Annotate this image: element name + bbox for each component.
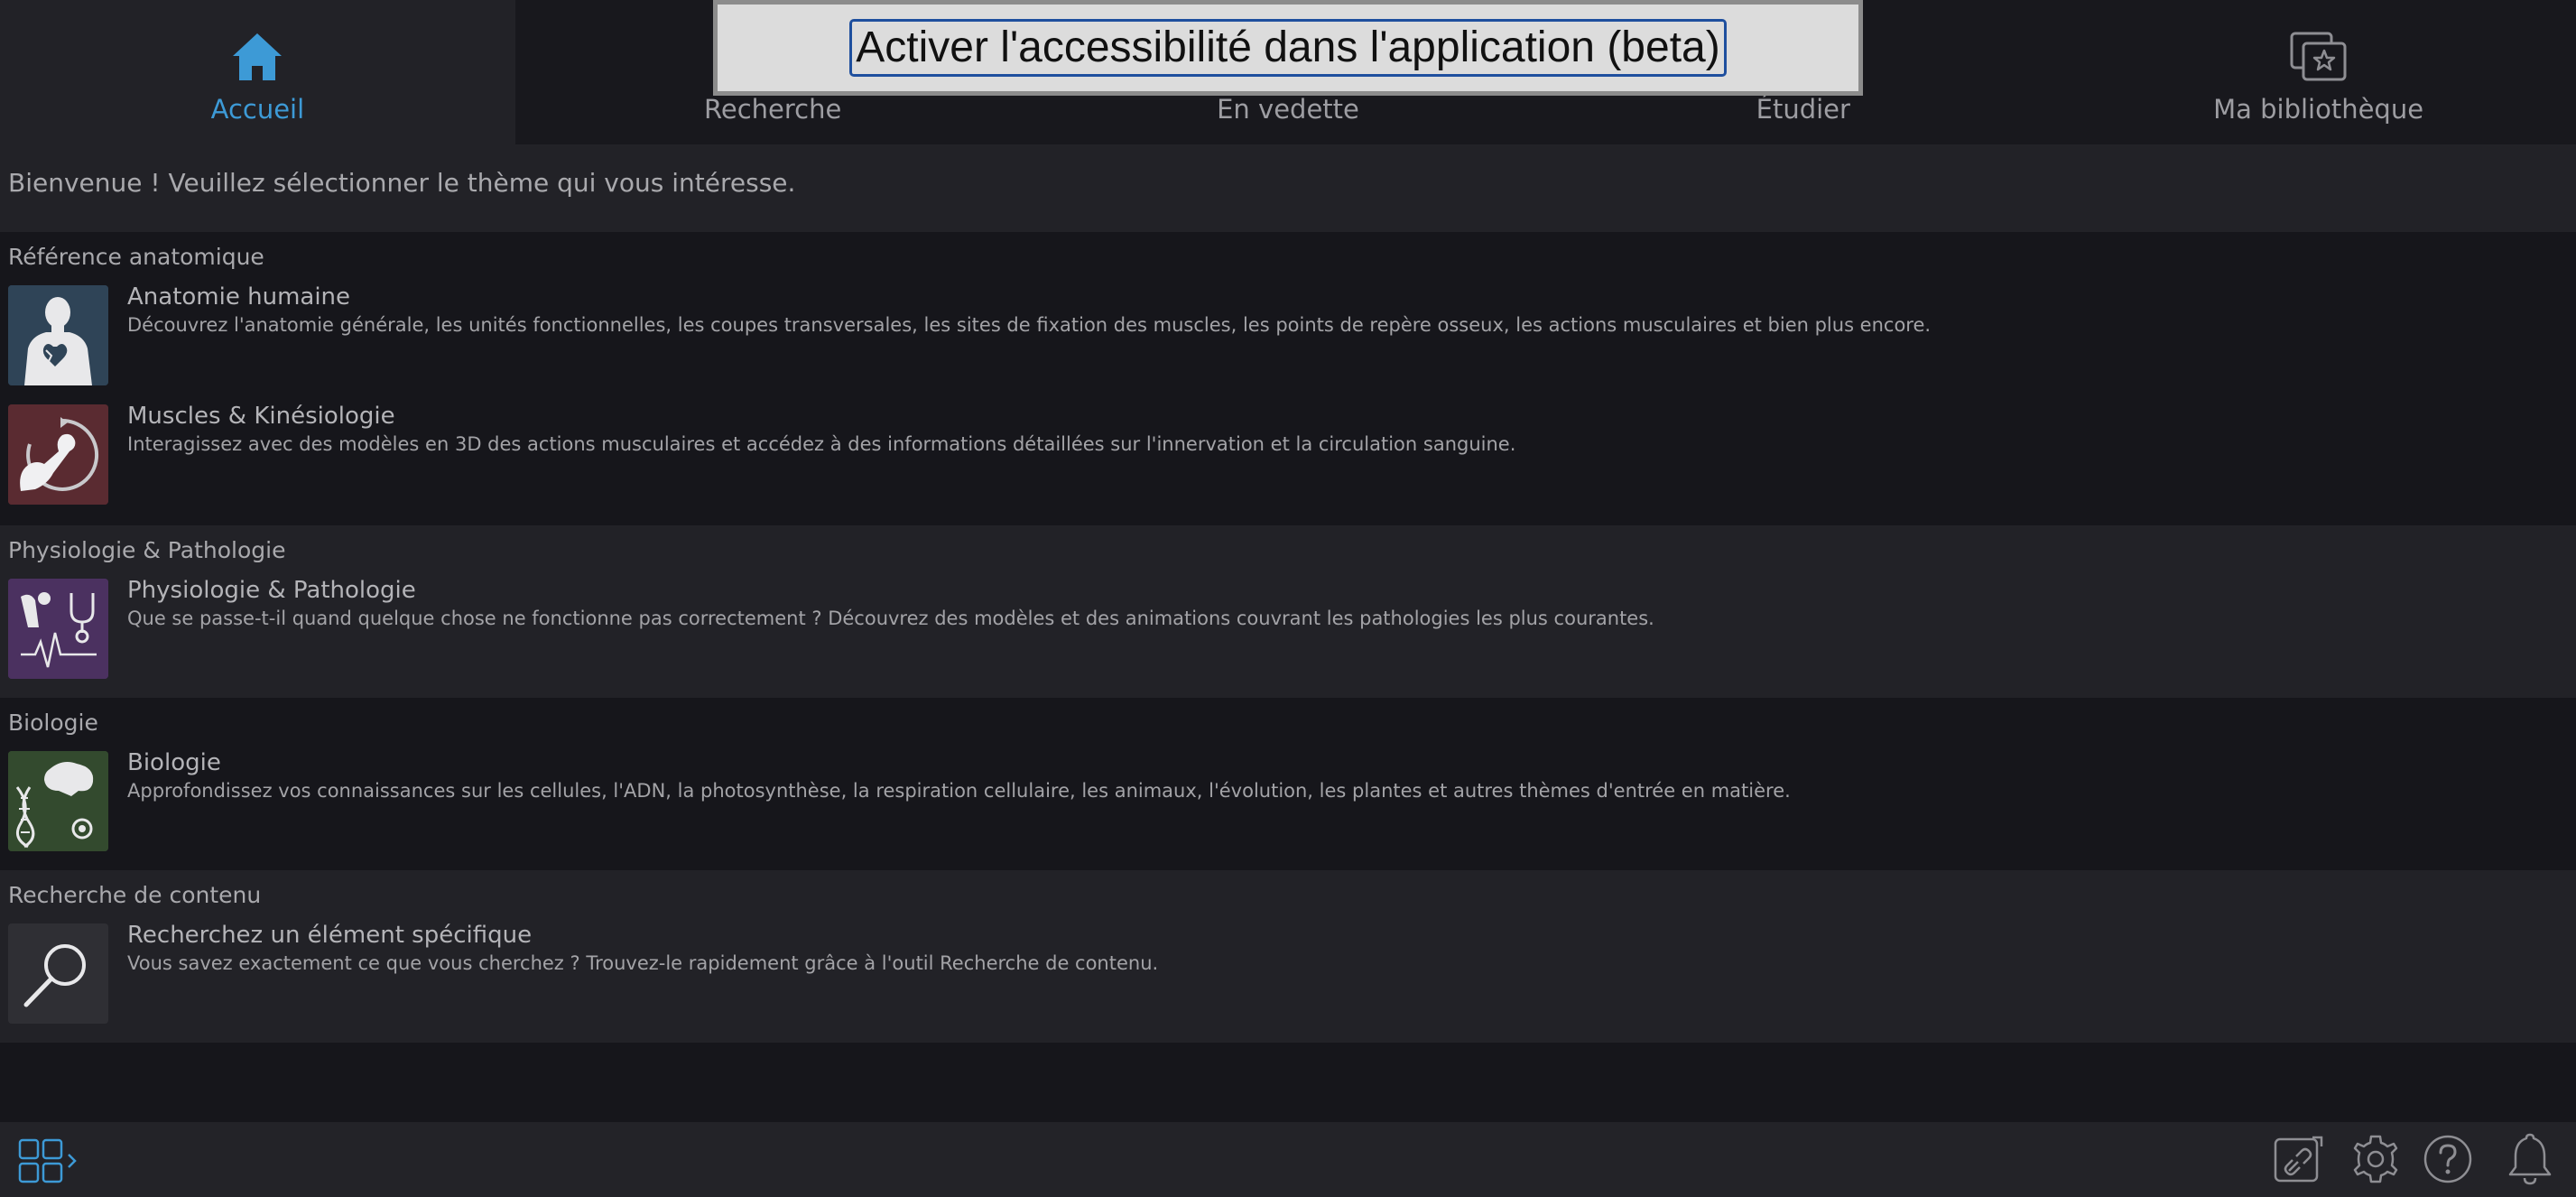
accessibility-banner: Activer l'accessibilité dans l'applicati… — [713, 0, 1863, 96]
enable-accessibility-button[interactable]: Activer l'accessibilité dans l'applicati… — [849, 19, 1727, 77]
section-title: Recherche de contenu — [8, 882, 262, 908]
tab-label-en-vedette: En vedette — [1217, 94, 1359, 125]
item-title: Muscles & Kinésiologie — [127, 403, 395, 430]
list-item-anatomie-humaine[interactable]: Anatomie humaine Découvrez l'anatomie gé… — [0, 283, 2576, 386]
tab-label-ma-bibliotheque: Ma bibliothèque — [2213, 94, 2424, 125]
item-title: Recherchez un élément spécifique — [127, 922, 533, 949]
tab-label-accueil: Accueil — [210, 94, 305, 125]
welcome-band: Bienvenue ! Veuillez sélectionner le thè… — [0, 144, 2576, 232]
item-description: Interagissez avec des modèles en 3D des … — [127, 433, 1516, 455]
item-description: Approfondissez vos connaissances sur les… — [127, 780, 1791, 802]
link-icon[interactable] — [2273, 1135, 2325, 1185]
item-description: Que se passe-t-il quand quelque chose ne… — [127, 608, 1654, 629]
section-biologie: Biologie Biologie Approfondissez vos con… — [0, 698, 2576, 870]
home-icon — [226, 25, 289, 88]
section-title: Biologie — [8, 710, 98, 736]
section-title: Référence anatomique — [8, 244, 264, 270]
muscle-thumbnail-icon — [8, 404, 108, 505]
bell-icon[interactable] — [2505, 1131, 2555, 1187]
section-physiologie-pathologie: Physiologie & Pathologie Physiologie & P… — [0, 525, 2576, 698]
biology-thumbnail-icon — [8, 751, 108, 851]
search-thumbnail-icon — [8, 923, 108, 1024]
section-recherche-de-contenu: Recherche de contenu Recherchez un éléme… — [0, 870, 2576, 1043]
bottom-toolbar — [0, 1122, 2576, 1197]
gear-icon[interactable] — [2349, 1133, 2402, 1185]
item-title: Physiologie & Pathologie — [127, 577, 416, 604]
welcome-text: Bienvenue ! Veuillez sélectionner le thè… — [8, 168, 796, 198]
help-icon[interactable] — [2422, 1133, 2474, 1185]
app-switcher-icon[interactable] — [18, 1138, 83, 1183]
physiology-thumbnail-icon — [8, 579, 108, 679]
item-description: Vous savez exactement ce que vous cherch… — [127, 952, 1159, 974]
tab-label-recherche: Recherche — [704, 94, 842, 125]
item-title: Anatomie humaine — [127, 283, 351, 311]
anatomy-thumbnail-icon — [8, 285, 108, 385]
section-reference-anatomique: Référence anatomique Anatomie humaine Dé… — [0, 232, 2576, 525]
tab-ma-bibliotheque[interactable]: Ma bibliothèque — [2061, 0, 2576, 144]
tab-accueil[interactable]: Accueil — [0, 0, 515, 144]
item-title: Biologie — [127, 749, 221, 776]
list-item-muscles-kinesiologie[interactable]: Muscles & Kinésiologie Interagissez avec… — [0, 403, 2576, 506]
list-item-physiologie-pathologie[interactable]: Physiologie & Pathologie Que se passe-t-… — [0, 577, 2576, 680]
item-description: Découvrez l'anatomie générale, les unité… — [127, 314, 1932, 336]
section-title: Physiologie & Pathologie — [8, 537, 286, 563]
tab-label-etudier: Étudier — [1756, 94, 1850, 125]
library-icon — [2287, 25, 2350, 88]
app-window: Accueil Recherche En vedette Étudier Ma … — [0, 0, 2576, 1197]
list-item-recherche-element[interactable]: Recherchez un élément spécifique Vous sa… — [0, 922, 2576, 1025]
list-item-biologie[interactable]: Biologie Approfondissez vos connaissance… — [0, 749, 2576, 852]
